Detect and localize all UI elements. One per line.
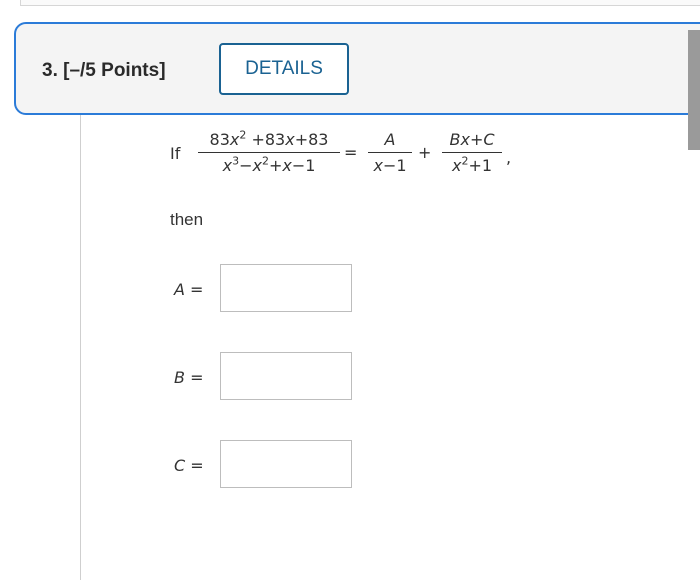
lhs-numerator: 83x2 +83x+83 (209, 128, 329, 149)
previous-question-edge (20, 0, 700, 6)
lhs-denominator: x3−x2+x−1 (222, 154, 316, 175)
scrollbar[interactable] (688, 30, 700, 150)
question-title: 3. [–/5 Points] (42, 60, 166, 81)
fraction-bar (442, 152, 502, 153)
answer-label-c: C = (174, 456, 204, 475)
answer-input-b[interactable] (220, 352, 352, 400)
answer-input-c[interactable] (220, 440, 352, 488)
then-label: then (170, 210, 204, 229)
term1-numerator: A (384, 130, 396, 149)
term1-fraction: A x−1 (368, 130, 412, 175)
term2-numerator: Bx+C (449, 130, 495, 149)
if-label: If (170, 144, 181, 163)
plus-sign: + (418, 143, 432, 162)
lhs-fraction: 83x2 +83x+83 x3−x2+x−1 (198, 130, 340, 175)
term2-denominator: x2+1 (451, 154, 493, 175)
fraction-bar (198, 152, 340, 153)
comma: , (506, 148, 512, 167)
answer-label-b: B = (174, 368, 204, 387)
term1-denominator: x−1 (373, 156, 407, 175)
answer-input-a[interactable] (220, 264, 352, 312)
equals-sign: = (344, 143, 358, 162)
answer-label-a: A = (174, 280, 204, 299)
question-body (80, 113, 700, 580)
term2-fraction: Bx+C x2+1 (442, 130, 502, 175)
details-button[interactable]: DETAILS (219, 43, 349, 95)
fraction-bar (368, 152, 412, 153)
page: 3. [–/5 Points] DETAILS If 83x2 +83x+83 … (0, 0, 700, 580)
